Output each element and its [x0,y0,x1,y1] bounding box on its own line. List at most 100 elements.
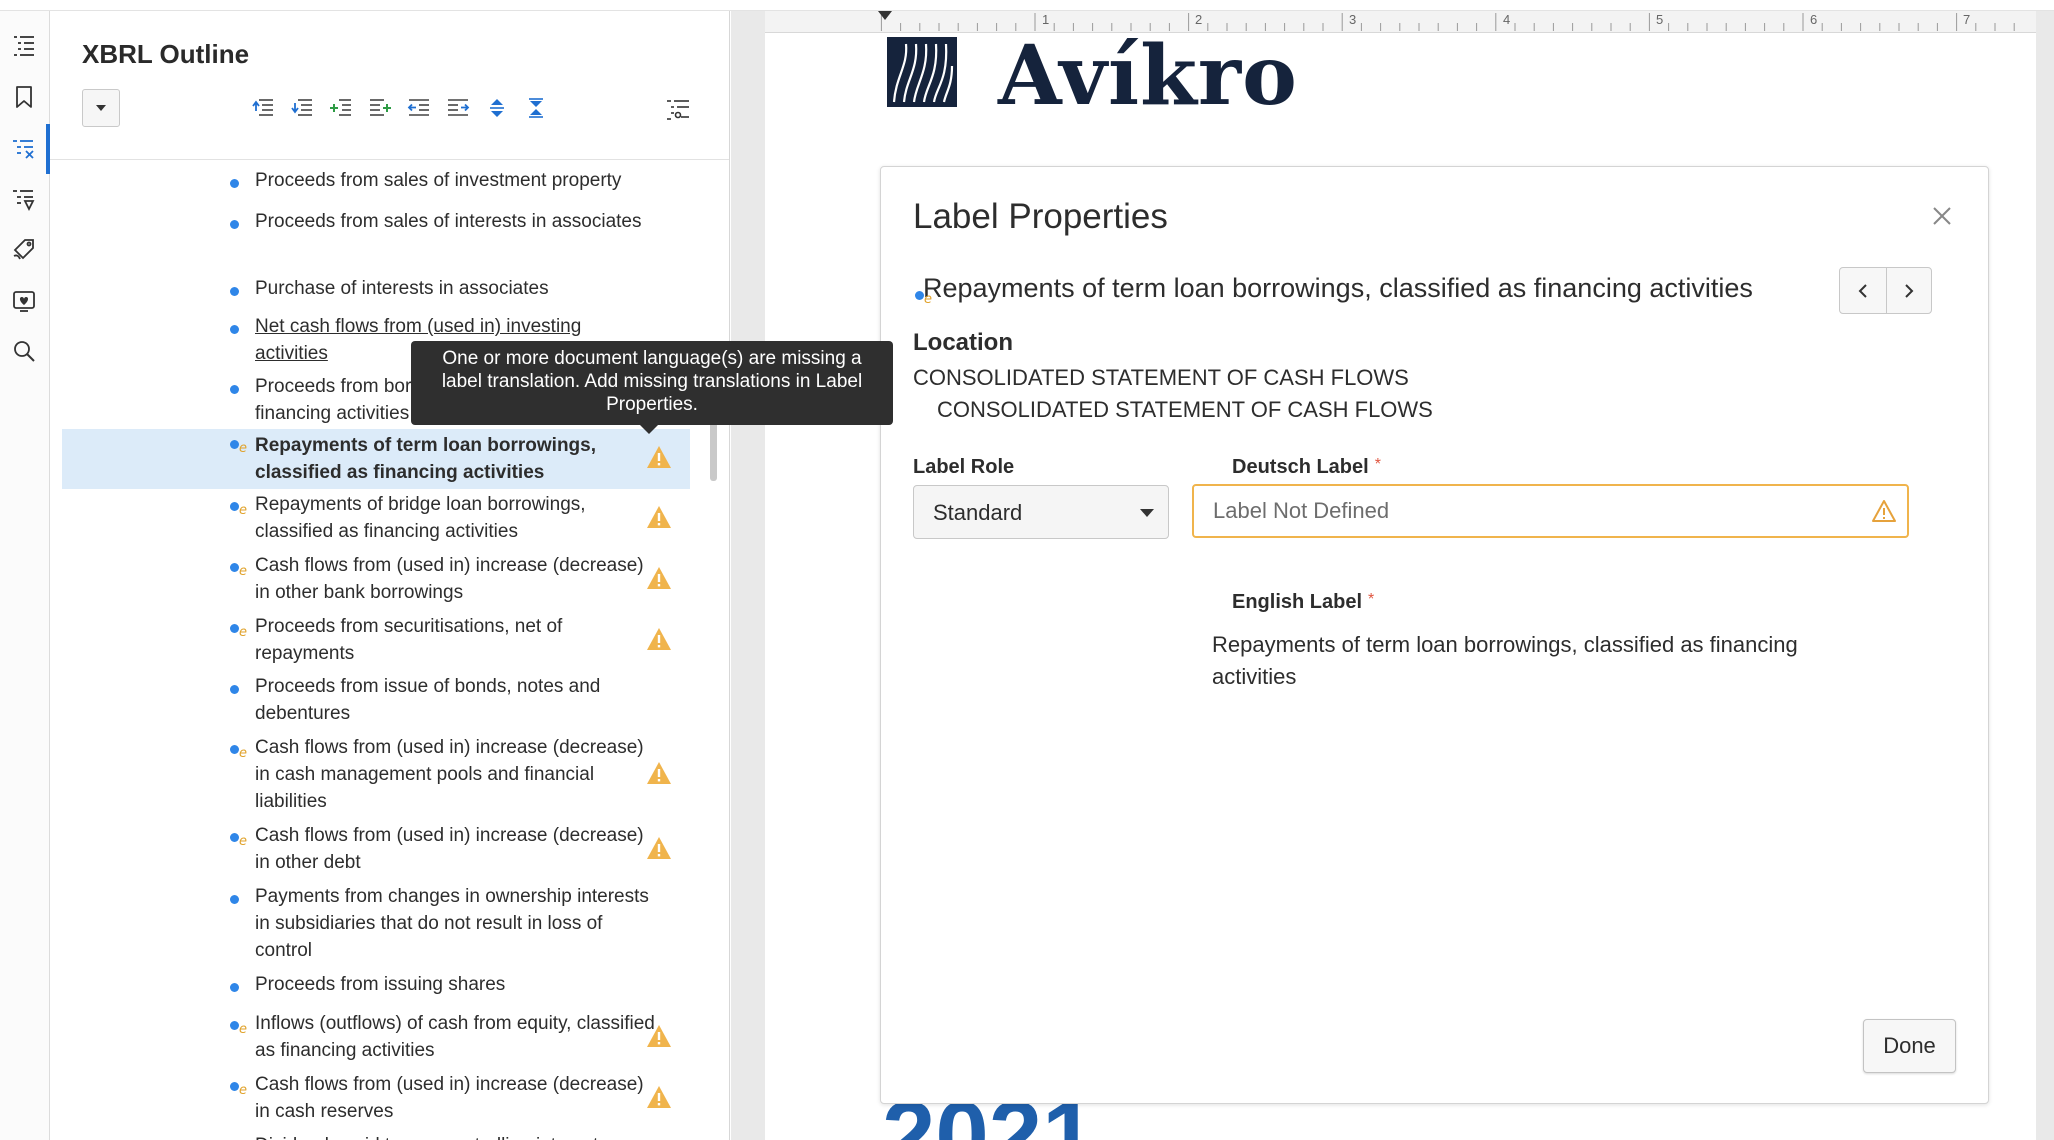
warning-icon[interactable] [646,627,672,651]
tag-ribbon-icon[interactable] [6,231,42,267]
outline-item-label: Cash flows from (used in) increase (decr… [255,825,644,873]
ruler-number: 1 [1042,12,1050,27]
favorite-heart-icon[interactable] [6,283,42,319]
warning-icon[interactable] [646,836,672,860]
outline-item-label: Proceeds from sales of investment proper… [255,170,622,191]
outline-item[interactable]: e Proceeds from securitisations, net of … [62,616,690,671]
concept-dot-icon [230,983,239,992]
xbrl-outline-icon[interactable] [6,131,42,167]
expand-all-icon[interactable] [484,95,510,121]
done-button[interactable]: Done [1863,1019,1956,1073]
search-icon[interactable] [6,333,42,369]
tooltip-arrow [640,425,658,434]
concept-dot-icon [230,685,239,694]
outline-item[interactable]: Proceeds from issue of bonds, notes and … [62,676,690,731]
english-label-heading: English Label * [1232,591,1374,614]
deutsch-label-text: Deutsch Label [1232,456,1369,478]
add-child-icon[interactable] [367,95,393,121]
outline-item[interactable]: Purchase of interests in associates [62,278,690,306]
warning-icon[interactable] [646,1085,672,1109]
outline-item[interactable]: Payments from changes in ownership inter… [62,886,690,968]
location-heading: Location [913,329,1013,356]
bookmark-icon[interactable] [6,79,42,115]
deutsch-label-input[interactable] [1192,484,1909,538]
required-marker: * [1374,456,1381,473]
outline-item-label: Purchase of interests in associates [255,278,549,299]
outline-item-label: Cash flows from (used in) increase (decr… [255,1074,644,1122]
outline-item[interactable]: e Cash flows from (used in) increase (de… [62,825,690,880]
outline-item[interactable]: e Cash flows from (used in) increase (de… [62,737,690,819]
outline-item[interactable]: e Cash flows from (used in) increase (de… [62,555,690,610]
dialog-title: Label Properties [913,197,1168,236]
close-icon[interactable] [1929,203,1955,229]
outline-item-label: Repayments of term loan borrowings, clas… [255,435,596,483]
ruler-number: 7 [1963,12,1971,27]
move-up-icon[interactable] [250,95,276,121]
concept-dot-icon [230,895,239,904]
outline-item-label: Cash flows from (used in) increase (decr… [255,555,644,603]
ruler-number: 2 [1195,12,1203,27]
outline-item-label: Payments from changes in ownership inter… [255,886,649,961]
outline-item[interactable]: e Inflows (outflows) of cash from equity… [62,1013,690,1068]
add-item-icon[interactable] [328,95,354,121]
warning-icon[interactable] [646,445,672,469]
concept-dot-icon [230,287,239,296]
outline-item-label: Inflows (outflows) of cash from equity, … [255,1013,655,1061]
move-down-icon[interactable] [289,95,315,121]
outline-item[interactable]: Dividends paid to non-controlling intere… [62,1135,690,1140]
outline-item[interactable]: e Repayments of bridge loan borrowings, … [62,494,690,549]
outline-list-icon[interactable] [6,27,42,63]
ruler-number: 3 [1349,12,1357,27]
outline-item[interactable]: Proceeds from sales of interests in asso… [62,211,690,266]
caret-down-icon [1140,509,1154,517]
outline-item[interactable]: Proceeds from issuing shares [62,974,690,1002]
panel-divider [50,159,729,160]
english-label-value[interactable]: Repayments of term loan borrowings, clas… [1212,629,1812,693]
ruler-number: 4 [1503,12,1511,27]
company-logo-text: Avíkro [998,28,1298,124]
ruler-ticks [880,13,2015,31]
app-window: XBRL Outline Proceeds from sales of inve… [0,0,2054,1140]
concept-dot-icon [230,179,239,188]
icon-rail [0,11,50,1140]
warning-icon[interactable] [646,505,672,529]
concept-dot-icon [230,385,239,394]
outline-item[interactable]: Proceeds from sales of investment proper… [62,170,690,197]
tagging-tree-icon[interactable] [6,181,42,217]
horizontal-ruler: 1 2 3 4 5 6 7 [765,11,2036,33]
label-role-value: Standard [933,500,1023,525]
outline-item-selected[interactable]: e Repayments of term loan borrowings, cl… [62,429,690,489]
outline-tree: Proceeds from sales of investment proper… [50,161,729,1140]
outline-menu-dropdown[interactable] [82,89,120,127]
previous-concept-button[interactable] [1840,268,1886,313]
ruler-number: 6 [1810,12,1818,27]
deutsch-label-heading: Deutsch Label * [1232,456,1381,479]
outline-item[interactable]: e Cash flows from (used in) increase (de… [62,1074,690,1129]
label-role-select[interactable]: Standard [913,485,1169,539]
indent-marker[interactable] [878,11,892,20]
collapse-all-icon[interactable] [523,95,549,121]
indent-icon[interactable] [445,95,471,121]
location-statement: CONSOLIDATED STATEMENT OF CASH FLOWS [913,365,1409,390]
outline-settings-icon[interactable] [664,95,692,123]
xbrl-outline-panel: XBRL Outline Proceeds from sales of inve… [50,11,730,1140]
concept-dot-icon [230,220,239,229]
document-gutter-right [2036,11,2054,1140]
outline-item-label: Proceeds from securitisations, net of re… [255,616,563,664]
next-concept-button[interactable] [1885,268,1932,313]
warning-outline-icon [1872,500,1896,522]
concept-dot-icon [230,325,239,334]
caret-down-icon [96,105,106,111]
label-role-heading: Label Role [913,456,1015,478]
warning-icon[interactable] [646,566,672,590]
outline-item-label: Dividends paid to non-controlling intere… [255,1132,655,1140]
outline-item-label: Repayments of bridge loan borrowings, cl… [255,494,586,542]
chevron-left-icon [1858,283,1867,298]
concept-nav [1839,267,1932,314]
concept-name: Repayments of term loan borrowings, clas… [923,273,1753,303]
outdent-icon[interactable] [406,95,432,121]
warning-icon[interactable] [646,761,672,785]
outline-item-label: Proceeds from issue of bonds, notes and … [255,676,601,724]
warning-icon[interactable] [646,1024,672,1048]
required-marker: * [1368,591,1375,608]
